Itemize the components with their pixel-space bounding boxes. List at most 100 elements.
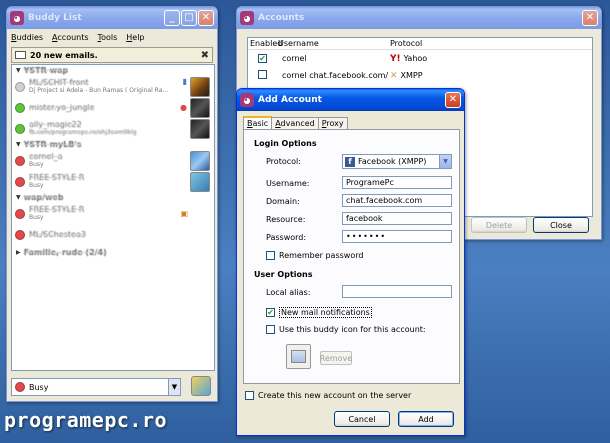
tab-proxy[interactable]: Proxy (317, 117, 348, 129)
tab-strip: Basic Advanced Proxy (243, 116, 348, 129)
add-button[interactable]: Add (398, 411, 454, 427)
buddy-status-message: Busy (29, 161, 44, 168)
accounts-titlebar[interactable]: ◕ Accounts ✕ (237, 7, 601, 29)
col-enabled[interactable]: Enabled (248, 39, 282, 48)
status-busy-icon (15, 229, 25, 240)
expand-triangle-icon[interactable]: ▼ (16, 194, 21, 201)
buddy-row[interactable]: cornel_a Busy (12, 150, 214, 171)
enabled-checkbox[interactable] (258, 70, 267, 79)
account-protocol: XMPP (400, 71, 423, 80)
menu-accounts[interactable]: Accounts (52, 33, 88, 42)
cancel-button[interactable]: Cancel (334, 411, 390, 427)
buddy-status-message: Busy (29, 214, 44, 221)
chevron-down-icon[interactable]: ▼ (439, 155, 451, 168)
checkbox-box[interactable] (245, 391, 254, 400)
user-options-heading: User Options (254, 270, 313, 279)
username-label: Username: (266, 179, 310, 188)
remove-icon-button[interactable]: Remove (320, 351, 352, 365)
account-username: cornel (282, 54, 307, 63)
password-input[interactable]: ••••••• (342, 230, 452, 243)
status-selector[interactable]: Busy ▼ (11, 378, 181, 396)
buddy-row[interactable]: mister.yo_jungle ● (12, 97, 214, 118)
menu-buddies[interactable]: Buddies (11, 33, 43, 42)
close-icon[interactable]: ✕ (582, 10, 598, 26)
checkbox-box[interactable] (266, 251, 275, 260)
xmpp-icon: ✕ (390, 70, 398, 81)
facebook-icon: f (345, 156, 355, 167)
menu-tools[interactable]: Tools (98, 33, 118, 42)
checkbox-box[interactable] (266, 325, 275, 334)
pidgin-icon: ◕ (240, 93, 254, 107)
buddy-status-message: Dj Project si Adela - Bun Ramas ( Origin… (29, 87, 169, 94)
picture-icon (291, 350, 306, 363)
group-header[interactable]: ▶ Familie, rude (2/4) (12, 247, 214, 258)
account-row[interactable]: ✔ cornel Y! Yahoo (248, 50, 592, 67)
maximize-icon[interactable]: □ (181, 10, 197, 26)
checkbox-box[interactable]: ✔ (266, 308, 275, 317)
new-mail-notifications-checkbox[interactable]: ✔ New mail notifications (266, 307, 372, 318)
buddy-row[interactable]: FREE STYLE R Busy (12, 171, 214, 192)
tab-basic[interactable]: Basic (243, 116, 273, 129)
close-icon[interactable]: ✕ (445, 92, 461, 108)
domain-input[interactable]: chat.facebook.com (342, 194, 452, 207)
resource-input[interactable]: facebook (342, 212, 452, 225)
group-header[interactable]: ▼ YSTR wap (12, 65, 214, 76)
buddy-name: ML/SChestea3 (29, 230, 86, 239)
domain-label: Domain: (266, 197, 300, 206)
buddy-list-window: ◕ Buddy List _ □ ✕ Buddies Accounts Tool… (6, 6, 218, 402)
local-alias-label: Local alias: (266, 288, 311, 297)
buddy-list-titlebar[interactable]: ◕ Buddy List _ □ ✕ (7, 7, 217, 29)
col-username[interactable]: Username (278, 39, 390, 48)
idle-icon: ● (180, 103, 187, 112)
resource-label: Resource: (266, 215, 306, 224)
group-header[interactable]: ▼ wap/web (12, 192, 214, 203)
buddy-row[interactable]: FREE STYLE R Busy ▣ (12, 203, 214, 224)
buddy-icon-button[interactable] (191, 376, 211, 396)
buddy-name: mister.yo_jungle (29, 103, 95, 112)
add-account-titlebar[interactable]: ◕ Add Account ✕ (237, 89, 464, 111)
close-icon[interactable]: ✕ (198, 10, 214, 26)
protocol-value: Facebook (XMPP) (358, 157, 427, 166)
enabled-checkbox[interactable]: ✔ (258, 54, 267, 64)
remember-password-checkbox[interactable]: Remember password (266, 251, 363, 260)
local-alias-input[interactable] (342, 285, 452, 298)
buddy-name: ML/SCHIT front (29, 78, 89, 87)
username-input[interactable]: ProgramePc (342, 176, 452, 189)
expand-triangle-icon[interactable]: ▼ (16, 67, 21, 74)
close-button[interactable]: Close (533, 217, 589, 233)
add-account-title: Add Account (258, 95, 322, 105)
envelope-icon (15, 51, 26, 59)
status-busy-icon (15, 155, 25, 166)
status-busy-icon (15, 208, 25, 219)
buddy-name: FREE STYLE R (29, 173, 85, 182)
avatar (190, 118, 210, 139)
tab-advanced[interactable]: Advanced (271, 117, 319, 129)
create-on-server-checkbox[interactable]: Create this new account on the server (245, 391, 411, 400)
account-protocol: Yahoo (403, 54, 428, 63)
expand-triangle-icon[interactable]: ▶ (16, 249, 21, 256)
account-row[interactable]: cornel chat.facebook.com/ ✕ XMPP (248, 67, 592, 84)
buddy-name: cornel_a (29, 152, 63, 161)
yahoo-icon: Y! (390, 53, 401, 64)
group-header[interactable]: ▼ YSTR myLB's (12, 139, 214, 150)
buddy-row[interactable]: ally_magic22 fb.com/programepc.ro/ohj3sxm… (12, 118, 214, 139)
protocol-select[interactable]: f Facebook (XMPP) ▼ (342, 154, 452, 169)
buddy-name: ally_magic22 (29, 120, 82, 129)
buddy-icon-picker[interactable] (286, 344, 311, 369)
buddy-row[interactable]: ML/SCHIT front Dj Project si Adela - Bun … (12, 76, 214, 97)
buddy-tree[interactable]: ▼ YSTR wap ML/SCHIT front Dj Project si Ad… (11, 64, 215, 371)
menu-help[interactable]: Help (126, 33, 144, 42)
delete-button[interactable]: Delete (471, 217, 527, 233)
use-buddy-icon-checkbox[interactable]: Use this buddy icon for this account: (266, 325, 426, 334)
watermark-text: programepc.ro (4, 408, 168, 432)
dropdown-arrow-icon[interactable]: ▼ (168, 379, 180, 395)
accounts-header: Enabled Username Protocol (248, 38, 592, 50)
email-notice[interactable]: 20 new emails. ✖ (11, 47, 213, 63)
col-protocol[interactable]: Protocol (390, 39, 422, 48)
buddy-row[interactable]: ML/SChestea3 (12, 224, 214, 245)
close-notice-icon[interactable]: ✖ (201, 50, 209, 61)
expand-triangle-icon[interactable]: ▼ (16, 141, 21, 148)
status-away-icon (15, 81, 25, 92)
minimize-icon[interactable]: _ (164, 10, 180, 26)
accounts-buttons: Delete Close (471, 217, 589, 233)
